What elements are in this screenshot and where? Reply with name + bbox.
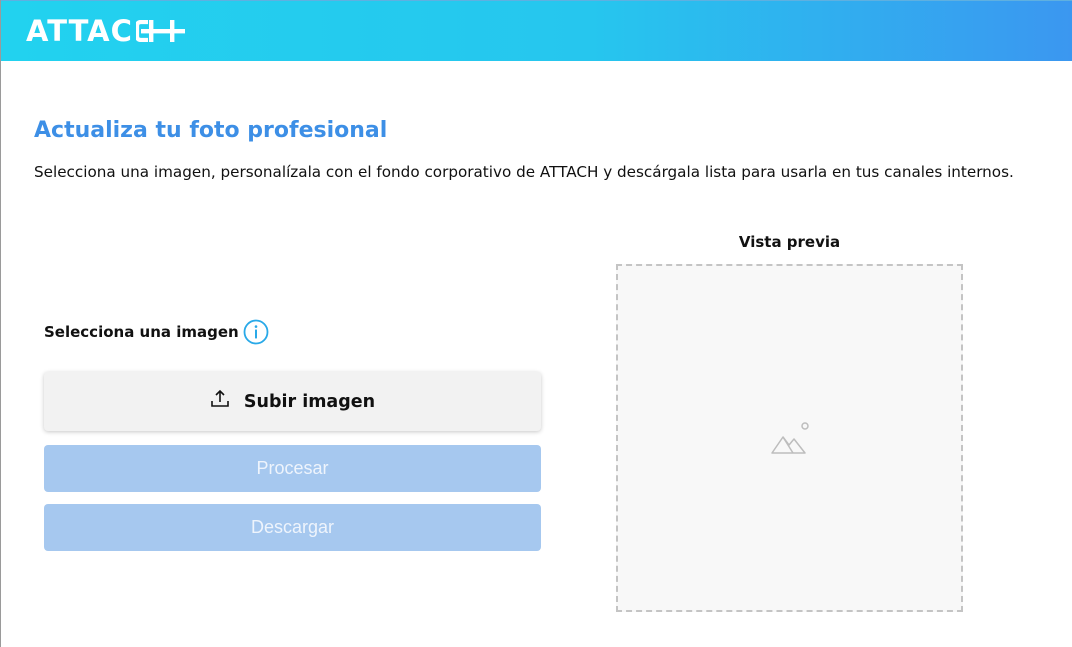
brand-logo-plus-icon	[136, 20, 185, 42]
preview-label: Vista previa	[738, 233, 841, 251]
upload-image-button[interactable]: Subir imagen	[44, 372, 541, 431]
process-button[interactable]: Procesar	[44, 445, 541, 492]
page-title: Actualiza tu foto profesional	[34, 118, 388, 143]
upload-icon	[211, 389, 229, 407]
image-placeholder-icon	[771, 422, 809, 454]
page-description: Selecciona una imagen, personalízala con…	[34, 163, 1014, 181]
preview-area	[616, 264, 963, 612]
select-image-label: Selecciona una imagen	[44, 323, 239, 341]
info-icon[interactable]	[243, 319, 269, 345]
download-button[interactable]: Descargar	[44, 504, 541, 551]
brand-logo: ATTAC	[26, 14, 133, 48]
upload-button-label: Subir imagen	[243, 391, 376, 412]
app-header: ATTAC	[1, 0, 1072, 61]
